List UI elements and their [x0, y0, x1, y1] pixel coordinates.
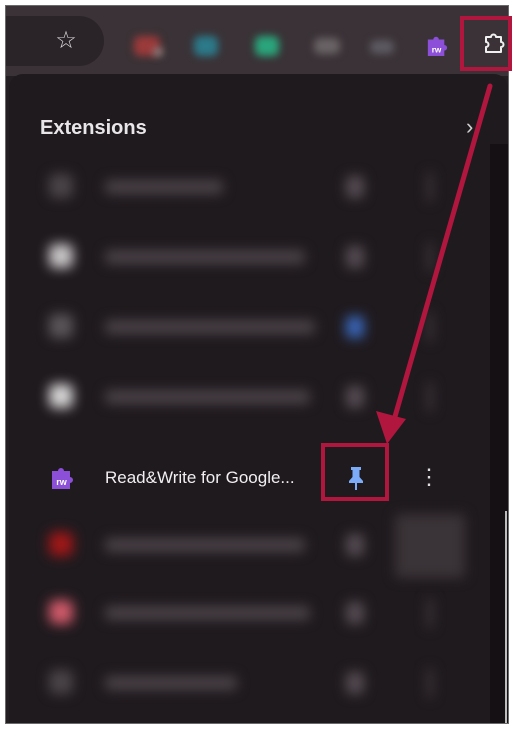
extension-icon — [49, 384, 73, 408]
readwrite-icon-label: rw — [432, 45, 442, 54]
toolbar-extension-icon[interactable] — [314, 38, 340, 54]
extension-row-blurred[interactable] — [9, 366, 489, 430]
toolbar-extension-icon[interactable] — [153, 48, 163, 56]
more-icon[interactable] — [427, 668, 433, 698]
extension-icon — [49, 532, 73, 556]
browser-window: ☆ rw Extensions › rw Read&Write for Goog… — [5, 5, 509, 724]
pin-button-highlight — [321, 443, 389, 501]
scrollbar-thumb[interactable] — [505, 511, 507, 723]
pin-icon[interactable] — [346, 176, 364, 198]
extension-row-blurred[interactable] — [9, 296, 489, 360]
more-icon[interactable] — [427, 242, 433, 272]
more-icon[interactable] — [427, 382, 433, 412]
toolbar-extension-icon[interactable] — [255, 36, 279, 56]
pin-icon[interactable] — [346, 534, 364, 556]
more-icon[interactable] — [427, 312, 433, 342]
extension-icon — [49, 174, 73, 198]
pin-icon[interactable] — [346, 246, 364, 268]
readwrite-puzzle-icon[interactable]: rw — [425, 34, 449, 56]
browser-toolbar: ☆ rw — [6, 6, 508, 76]
extension-icon — [49, 670, 73, 694]
extension-name[interactable]: Read&Write for Google... — [105, 468, 295, 488]
extension-row-blurred[interactable] — [9, 582, 489, 646]
extensions-title: Extensions — [40, 117, 147, 139]
extension-name-blurred — [105, 320, 315, 334]
more-icon[interactable] — [427, 598, 433, 628]
extension-name-blurred — [105, 390, 310, 404]
extension-row-blurred[interactable] — [9, 514, 489, 578]
more-options-icon[interactable]: ⋮ — [417, 462, 441, 492]
extension-row-blurred[interactable] — [9, 226, 489, 290]
extension-row-readwrite[interactable]: rw Read&Write for Google... ⋮ — [9, 446, 489, 510]
extension-name-blurred — [105, 676, 237, 690]
pin-icon[interactable] — [346, 386, 364, 408]
readwrite-puzzle-icon: rw — [52, 468, 73, 489]
extension-name-blurred — [105, 606, 310, 620]
toolbar-extension-icon[interactable] — [194, 36, 218, 56]
star-icon[interactable]: ☆ — [53, 28, 79, 54]
extension-row-blurred[interactable] — [9, 652, 489, 716]
extension-icon — [49, 244, 73, 268]
extension-icon — [49, 600, 73, 624]
more-icon[interactable] — [427, 172, 433, 202]
toolbar-extension-icon[interactable] — [370, 40, 394, 54]
pin-icon[interactable] — [346, 316, 364, 338]
extension-icon — [49, 314, 73, 338]
extension-name-blurred — [105, 250, 305, 264]
chevron-right-icon[interactable]: › — [466, 114, 473, 140]
extension-row-blurred[interactable] — [9, 156, 489, 220]
pin-icon[interactable] — [346, 672, 364, 694]
readwrite-icon-label: rw — [56, 477, 68, 487]
more-icon[interactable] — [395, 514, 465, 578]
extensions-button-highlight — [460, 16, 512, 71]
pin-icon[interactable] — [346, 602, 364, 624]
extension-name-blurred — [105, 538, 305, 552]
extension-name-blurred — [105, 180, 223, 194]
